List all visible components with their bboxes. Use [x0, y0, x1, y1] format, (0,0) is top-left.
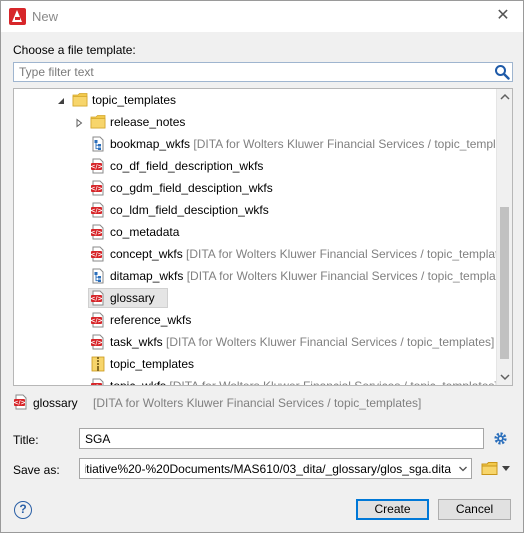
tree-item-label: glossary [110, 291, 155, 305]
tree-item[interactable]: ditamap_wkfs [DITA for Wolters Kluwer Fi… [14, 265, 512, 287]
scroll-down-icon[interactable] [497, 369, 513, 385]
tree-item-meta: [DITA for Wolters Kluwer Financial Servi… [162, 335, 495, 349]
scroll-thumb[interactable] [500, 207, 509, 359]
tree-item[interactable]: </> task_wkfs [DITA for Wolters Kluwer Fi… [14, 331, 497, 353]
tree-item[interactable]: bookmap_wkfs [DITA for Wolters Kluwer Fi… [14, 133, 512, 155]
tree-item[interactable]: </> glossary [14, 287, 497, 309]
collapsed-arrow-icon[interactable] [74, 117, 84, 128]
svg-text:</>: </> [90, 296, 102, 303]
oxygen-app-icon [9, 8, 26, 25]
svg-text:</>: </> [90, 252, 102, 259]
svg-text:</>: </> [90, 186, 102, 193]
tree-item-label: release_notes [110, 115, 186, 129]
tree-item[interactable]: release_notes [14, 111, 497, 133]
title-bar: New ✕ [1, 1, 523, 32]
filter-box [13, 62, 513, 82]
gear-icon[interactable] [493, 431, 508, 446]
xml-file-icon: </> [90, 224, 106, 240]
svg-text:</>: </> [90, 340, 102, 347]
xml-file-icon: </> [90, 312, 106, 328]
tree-item-label: co_gdm_field_desciption_wkfs [110, 181, 273, 195]
tree-item-label: co_ldm_field_desciption_wkfs [110, 203, 269, 217]
tree-item-meta: [DITA for Wolters Kluwer Financial Servi… [183, 269, 513, 283]
scroll-up-icon[interactable] [497, 89, 513, 105]
tree-item-label: task_wkfs [DITA for Wolters Kluwer Finan… [110, 335, 495, 349]
xml-file-icon: </> [90, 158, 106, 174]
xml-file-icon: </> [90, 290, 106, 306]
new-file-dialog: New ✕ Choose a file template: topic_temp… [0, 0, 524, 533]
folder-icon [72, 92, 88, 108]
selected-template-summary: </> glossary [DITA for Wolters Kluwer Fi… [13, 394, 513, 412]
search-icon[interactable] [494, 64, 510, 80]
summary-name: glossary [33, 396, 78, 410]
xml-file-icon: </> [90, 378, 106, 387]
filter-input[interactable] [17, 64, 487, 80]
help-icon[interactable]: ? [14, 501, 32, 519]
cancel-button[interactable]: Cancel [438, 499, 511, 520]
dropdown-arrow-icon[interactable] [502, 466, 510, 472]
tree-item-label: co_metadata [110, 225, 180, 239]
tree-item-label: topic_templates [92, 93, 177, 107]
svg-text:</>: </> [13, 400, 25, 407]
tree-item[interactable]: </> co_ldm_field_desciption_wkfs [14, 199, 497, 221]
title-label: Title: [13, 433, 39, 447]
save-as-combo[interactable] [79, 458, 472, 479]
folder-icon[interactable] [481, 461, 499, 476]
window-title: New [32, 9, 59, 24]
svg-text:</>: </> [90, 318, 102, 325]
xml-file-icon: </> [90, 180, 106, 196]
create-button[interactable]: Create [356, 499, 429, 520]
expanded-arrow-icon[interactable] [56, 95, 66, 105]
xml-file-icon: </> [90, 202, 106, 218]
tree-item-meta: [DITA for Wolters Kluwer Financial Servi… [182, 247, 513, 261]
tree-item-label: ditamap_wkfs [DITA for Wolters Kluwer Fi… [110, 269, 513, 283]
tree-item[interactable]: </> concept_wkfs [DITA for Wolters Kluwer… [14, 243, 512, 265]
tree-item[interactable]: </> co_df_field_description_wkfs [14, 155, 497, 177]
zip-folder-icon [90, 356, 106, 372]
folder-icon [90, 114, 106, 130]
xml-file-icon: </> [13, 394, 27, 410]
tree-item-meta: [DITA for Wolters Kluwer Financial Servi… [166, 379, 498, 386]
tree-item-label: reference_wkfs [110, 313, 192, 327]
xml-file-icon: </> [90, 334, 106, 350]
map-file-icon [90, 268, 106, 284]
tree-item[interactable]: </> reference_wkfs [14, 309, 497, 331]
tree-item[interactable]: </> co_gdm_field_desciption_wkfs [14, 177, 497, 199]
title-field [79, 428, 484, 449]
save-as-label: Save as: [13, 463, 60, 477]
choose-template-label: Choose a file template: [13, 43, 136, 57]
xml-file-icon: </> [90, 246, 106, 262]
map-file-icon [90, 136, 106, 152]
tree-item-label: co_df_field_description_wkfs [110, 159, 264, 173]
chevron-down-icon[interactable] [458, 464, 468, 474]
tree-item[interactable]: </> co_metadata [14, 221, 497, 243]
close-icon[interactable]: ✕ [493, 6, 513, 26]
title-input[interactable] [83, 430, 478, 448]
svg-text:</>: </> [90, 230, 102, 237]
tree-item-meta: [DITA for Wolters Kluwer Financial Servi… [190, 137, 513, 151]
tree-item-label: topic_templates [110, 357, 195, 371]
tree-item-label: bookmap_wkfs [DITA for Wolters Kluwer Fi… [110, 137, 513, 151]
tree-item-label: concept_wkfs [DITA for Wolters Kluwer Fi… [110, 247, 513, 261]
tree-item[interactable]: </> topic_wkfs [DITA for Wolters Kluwer F… [14, 375, 498, 387]
template-tree[interactable]: topic_templates release_notes bookmap_wkfs… [13, 88, 513, 386]
save-as-input[interactable] [83, 460, 453, 478]
svg-text:</>: </> [90, 384, 102, 387]
tree-item[interactable]: topic_templates [14, 353, 497, 375]
svg-text:</>: </> [90, 208, 102, 215]
summary-meta: [DITA for Wolters Kluwer Financial Servi… [93, 396, 422, 410]
svg-text:</>: </> [90, 164, 102, 171]
tree-item[interactable]: topic_templates [14, 89, 497, 111]
tree-scrollbar[interactable] [496, 89, 512, 385]
tree-item-label: topic_wkfs [DITA for Wolters Kluwer Fina… [110, 379, 498, 386]
